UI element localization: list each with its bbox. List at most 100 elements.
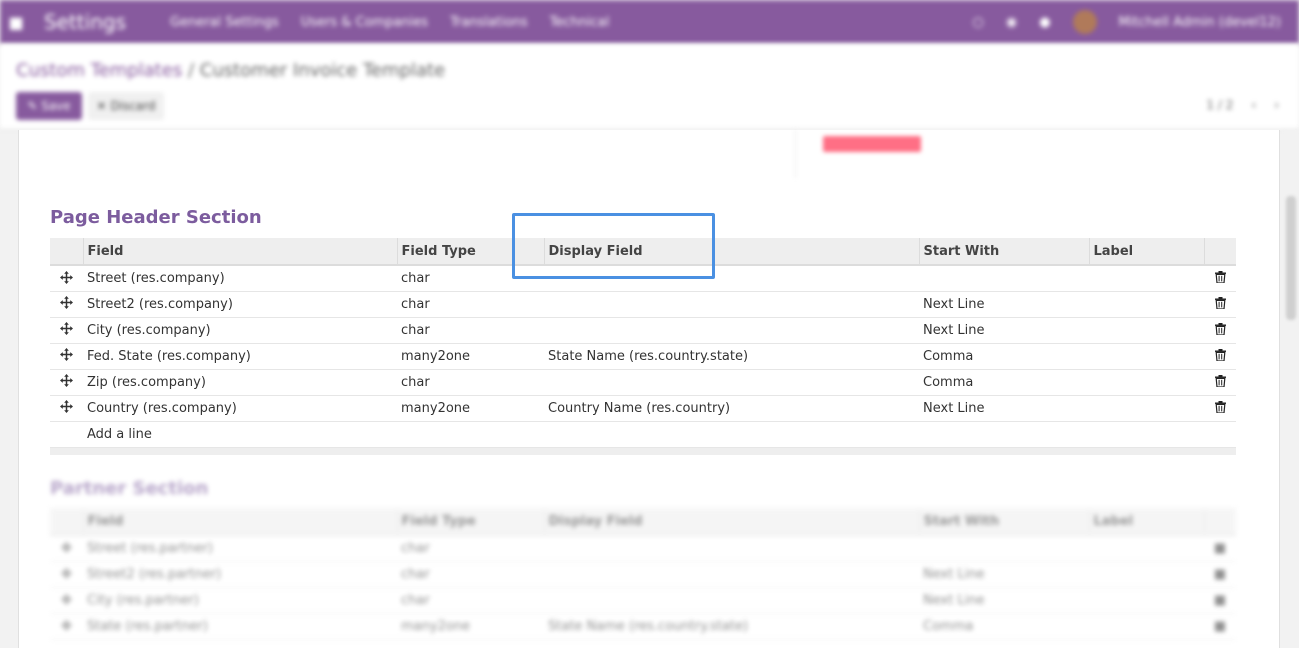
home-menu-icon[interactable]: ■ <box>0 0 32 44</box>
drag-handle-icon[interactable] <box>59 321 75 337</box>
table-row[interactable]: ✥ Street2 (res.partner) char Next Line ■ <box>50 561 1236 588</box>
column-header-start-with[interactable]: Start With <box>919 238 1090 266</box>
cell-label[interactable] <box>1089 343 1204 370</box>
cell-start-with[interactable] <box>919 265 1089 292</box>
cell-display-field[interactable] <box>544 291 919 318</box>
menu-general-settings[interactable]: General Settings <box>170 15 279 30</box>
column-header-field[interactable]: Field <box>83 508 398 536</box>
trash-icon[interactable]: ■ <box>1212 618 1228 634</box>
column-header-start-with[interactable]: Start With <box>919 508 1090 536</box>
cell-display-field[interactable] <box>544 265 919 292</box>
table-row[interactable]: Fed. State (res.company) many2one State … <box>50 343 1236 370</box>
table-row[interactable]: Street2 (res.company) char Next Line <box>50 291 1236 318</box>
drag-handle-icon[interactable] <box>59 373 75 389</box>
column-header-field-type[interactable]: Field Type <box>397 508 545 536</box>
cell-field-type[interactable]: char <box>397 265 544 292</box>
pager-prev-icon[interactable]: ‹ <box>1251 98 1256 112</box>
user-menu[interactable]: Mitchell Admin (devel12) <box>1119 15 1281 30</box>
cell-start-with[interactable] <box>919 535 1089 562</box>
trash-icon[interactable] <box>1212 295 1228 311</box>
cell-field-type[interactable]: char <box>397 561 544 588</box>
menu-technical[interactable]: Technical <box>550 15 610 30</box>
cell-display-field[interactable]: State Name (res.country.state) <box>544 343 919 370</box>
trash-icon[interactable] <box>1212 321 1228 337</box>
table-row[interactable]: ✥ City (res.partner) char Next Line ■ <box>50 587 1236 614</box>
cell-start-with[interactable]: Next Line <box>919 587 1089 614</box>
cell-start-with[interactable]: Next Line <box>919 291 1089 318</box>
vertical-scrollbar[interactable] <box>1283 130 1299 648</box>
drag-handle-icon[interactable] <box>59 295 75 311</box>
cell-start-with[interactable]: Comma <box>919 613 1089 640</box>
cell-label[interactable] <box>1089 613 1204 640</box>
discard-button[interactable]: ✕ Discard <box>88 92 164 120</box>
cell-start-with[interactable]: Next Line <box>919 561 1089 588</box>
cell-label[interactable] <box>1089 535 1204 562</box>
cell-field-type[interactable]: many2one <box>397 613 544 640</box>
pager-next-icon[interactable]: › <box>1274 98 1279 112</box>
cell-start-with[interactable]: Comma <box>919 369 1089 396</box>
cell-label[interactable] <box>1089 291 1204 318</box>
app-name[interactable]: Settings <box>44 10 126 34</box>
cell-field[interactable]: State (res.partner) <box>83 613 397 640</box>
trash-icon[interactable] <box>1212 347 1228 363</box>
cell-field[interactable]: Street (res.company) <box>83 265 397 292</box>
trash-icon[interactable] <box>1212 269 1228 285</box>
cell-display-field[interactable]: Country Name (res.country) <box>544 395 919 422</box>
breadcrumb-parent[interactable]: Custom Templates <box>16 60 182 81</box>
cell-field[interactable]: Country (res.company) <box>83 395 397 422</box>
drag-handle-icon[interactable]: ✥ <box>59 618 75 634</box>
column-header-label[interactable]: Label <box>1089 238 1205 266</box>
cell-field[interactable]: City (res.partner) <box>83 587 397 614</box>
trash-icon[interactable] <box>1212 399 1228 415</box>
cell-display-field[interactable] <box>544 587 919 614</box>
cell-field-type[interactable]: many2one <box>397 395 544 422</box>
trash-icon[interactable]: ■ <box>1212 540 1228 556</box>
cell-display-field[interactable] <box>544 317 919 344</box>
cell-label[interactable] <box>1089 265 1204 292</box>
cell-field[interactable]: Fed. State (res.company) <box>83 343 397 370</box>
cell-field[interactable]: City (res.company) <box>83 317 397 344</box>
cell-display-field[interactable] <box>544 561 919 588</box>
cell-field-type[interactable]: char <box>397 587 544 614</box>
scrollbar-thumb[interactable] <box>1286 196 1296 320</box>
chat-icon[interactable]: ○ <box>973 15 984 30</box>
table-row[interactable]: ✥ Street (res.partner) char ■ <box>50 535 1236 562</box>
table-row[interactable]: Zip (res.company) char Comma <box>50 369 1236 396</box>
trash-icon[interactable] <box>1212 373 1228 389</box>
column-header-field-type[interactable]: Field Type <box>397 238 545 266</box>
drag-handle-icon[interactable] <box>59 269 75 285</box>
table-row[interactable]: Country (res.company) many2one Country N… <box>50 395 1236 422</box>
column-header-field[interactable]: Field <box>83 238 398 266</box>
cell-label[interactable] <box>1089 561 1204 588</box>
cell-field-type[interactable]: char <box>397 317 544 344</box>
drag-handle-icon[interactable] <box>59 399 75 415</box>
save-button[interactable]: ✎ Save <box>16 92 82 120</box>
cell-label[interactable] <box>1089 587 1204 614</box>
drag-handle-icon[interactable]: ✥ <box>59 592 75 608</box>
add-line-link[interactable]: Add a line <box>83 421 397 448</box>
table-row[interactable]: Street (res.company) char <box>50 265 1236 292</box>
debug-icon[interactable]: ● <box>1039 15 1050 30</box>
activity-icon[interactable]: ◉ <box>1006 15 1017 30</box>
avatar[interactable] <box>1072 10 1097 34</box>
cell-field[interactable]: Zip (res.company) <box>83 369 397 396</box>
cell-label[interactable] <box>1089 369 1204 396</box>
cell-label[interactable] <box>1089 395 1204 422</box>
cell-field[interactable]: Street2 (res.partner) <box>83 561 397 588</box>
column-header-label[interactable]: Label <box>1089 508 1205 536</box>
cell-label[interactable] <box>1089 317 1204 344</box>
cell-field-type[interactable]: char <box>397 535 544 562</box>
menu-translations[interactable]: Translations <box>450 15 528 30</box>
column-header-display-field[interactable]: Display Field <box>544 238 920 266</box>
cell-display-field[interactable]: State Name (res.country.state) <box>544 613 919 640</box>
cell-field[interactable]: Street2 (res.company) <box>83 291 397 318</box>
drag-handle-icon[interactable]: ✥ <box>59 540 75 556</box>
cell-field-type[interactable]: char <box>397 369 544 396</box>
cell-start-with[interactable]: Next Line <box>919 317 1089 344</box>
cell-field-type[interactable]: char <box>397 291 544 318</box>
cell-field-type[interactable]: many2one <box>397 343 544 370</box>
table-row[interactable]: ✥ State (res.partner) many2one State Nam… <box>50 613 1236 640</box>
cell-field[interactable]: Street (res.partner) <box>83 535 397 562</box>
table-row[interactable]: City (res.company) char Next Line <box>50 317 1236 344</box>
cell-display-field[interactable] <box>544 369 919 396</box>
